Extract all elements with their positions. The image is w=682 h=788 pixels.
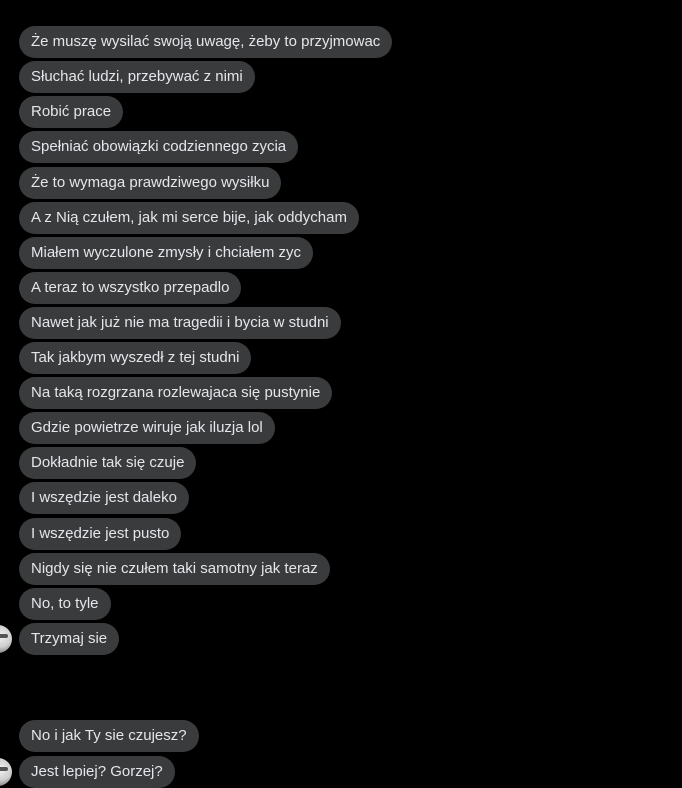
message-bubble[interactable]: Trzymaj sie <box>19 623 120 655</box>
message-bubble[interactable]: A z Nią czułem, jak mi serce bije, jak o… <box>19 202 359 234</box>
message-bubble[interactable]: Na taką rozgrzana rozlewajaca się pustyn… <box>19 377 333 409</box>
message-bubble[interactable]: I wszędzie jest daleko <box>19 482 189 514</box>
message-bubble[interactable]: Robić prace <box>19 96 124 128</box>
message-bubble[interactable]: Że muszę wysilać swoją uwagę, żeby to pr… <box>19 26 393 58</box>
message-bubble[interactable]: Nawet jak już nie ma tragedii i bycia w … <box>19 307 341 339</box>
message-bubble[interactable]: Dokładnie tak się czuje <box>19 447 197 479</box>
message-bubble[interactable]: Miałem wyczulone zmysły i chciałem zyc <box>19 237 314 269</box>
message-bubble[interactable]: I wszędzie jest pusto <box>19 518 182 550</box>
message-bubble[interactable]: Gdzie powietrze wiruje jak iluzja lol <box>19 412 275 444</box>
message-bubble[interactable]: No i jak Ty sie czujesz? <box>19 720 199 752</box>
contact-avatar[interactable] <box>0 625 12 653</box>
message-bubble[interactable]: Słuchać ludzi, przebywać z nimi <box>19 61 255 93</box>
message-bubble[interactable]: Jest lepiej? Gorzej? <box>19 756 175 788</box>
message-bubble[interactable]: Tak jakbym wyszedł z tej studni <box>19 342 252 374</box>
contact-avatar[interactable] <box>0 758 12 786</box>
message-bubble[interactable]: Spełniać obowiązki codziennego zycia <box>19 131 299 163</box>
message-bubble[interactable]: A teraz to wszystko przepadlo <box>19 272 242 304</box>
message-bubble[interactable]: No, to tyle <box>19 588 111 620</box>
message-bubble[interactable]: Że to wymaga prawdziwego wysiłku <box>19 167 282 199</box>
chat-thread: Że muszę wysilać swoją uwagę, żeby to pr… <box>0 0 682 788</box>
message-bubble[interactable]: Nigdy się nie czułem taki samotny jak te… <box>19 553 330 585</box>
